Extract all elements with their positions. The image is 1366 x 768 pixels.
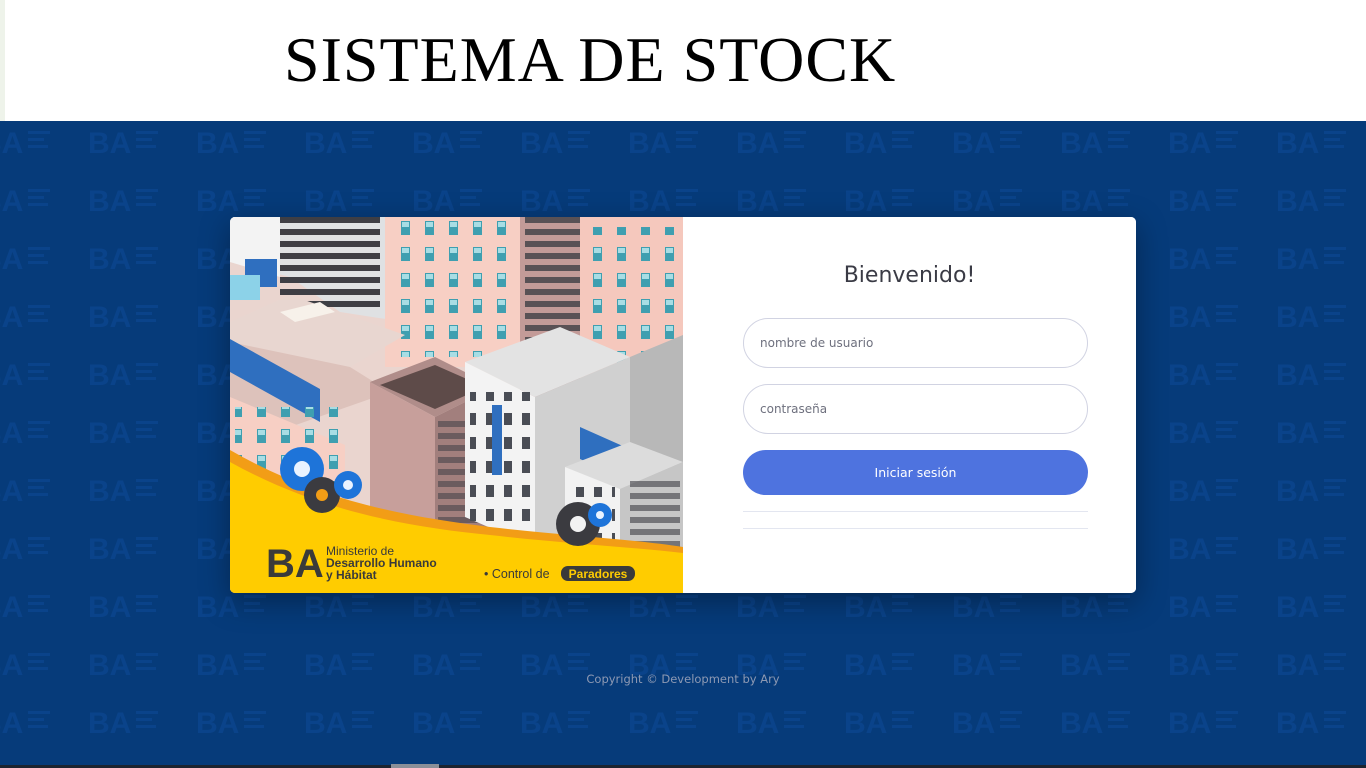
scrollbar-thumb[interactable] xyxy=(391,764,439,768)
site-title: SISTEMA DE STOCK xyxy=(284,24,897,95)
svg-text:y Hábitat: y Hábitat xyxy=(326,568,377,582)
username-input[interactable] xyxy=(743,318,1088,368)
header-bar: SISTEMA DE STOCK xyxy=(0,0,1366,121)
city-buildings-image: BA Ministerio de Desarrollo Humano y Háb… xyxy=(230,217,683,593)
login-card: BA Ministerio de Desarrollo Humano y Háb… xyxy=(230,217,1136,593)
city-illustration: BA Ministerio de Desarrollo Humano y Háb… xyxy=(230,217,683,593)
svg-text:BA: BA xyxy=(266,542,324,586)
divider xyxy=(743,511,1088,512)
login-form: Bienvenido! Iniciar sesión xyxy=(683,217,1136,593)
svg-text:• Control de: • Control de xyxy=(484,567,550,581)
svg-text:Paradores: Paradores xyxy=(569,567,628,581)
login-button[interactable]: Iniciar sesión xyxy=(743,450,1088,495)
copyright-footer: Copyright © Development by Ary xyxy=(586,672,780,686)
welcome-heading: Bienvenido! xyxy=(843,263,976,288)
header-edge xyxy=(0,0,5,121)
divider xyxy=(743,528,1088,529)
password-input[interactable] xyxy=(743,384,1088,434)
